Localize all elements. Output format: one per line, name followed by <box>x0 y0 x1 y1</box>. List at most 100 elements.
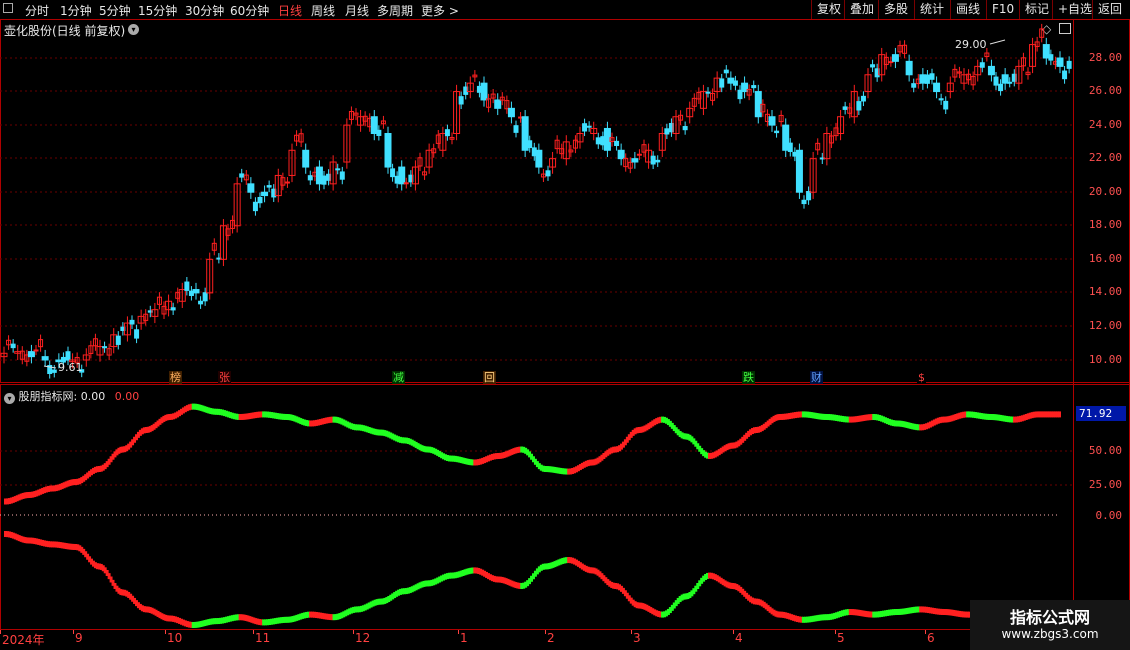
candle-body <box>905 60 913 76</box>
candle-body <box>723 69 729 74</box>
candle-body <box>664 128 670 135</box>
date-tick <box>631 630 632 634</box>
candle-body <box>535 149 543 168</box>
candle-body <box>870 64 876 68</box>
candle-body <box>202 292 208 302</box>
candle-body <box>998 83 1004 92</box>
candle-body <box>398 166 406 185</box>
event-marker[interactable]: 张 <box>218 371 231 384</box>
date-tick <box>458 630 459 634</box>
event-marker[interactable]: 榜 <box>169 371 182 384</box>
candle-body <box>65 351 71 361</box>
candle-body <box>134 329 140 339</box>
candle-body <box>376 129 382 136</box>
indicator-title: ▾ 股朋指标网: 0.00 0.00 <box>4 388 139 404</box>
date-tick <box>0 630 1 634</box>
candle-body <box>774 130 780 134</box>
indicator-axis-label: 25.00 <box>1088 478 1122 491</box>
candle-body <box>768 116 776 126</box>
candle-body <box>321 175 327 185</box>
date-tick <box>545 630 546 634</box>
indicator-dropdown-icon[interactable]: ▾ <box>4 393 15 404</box>
candle-body <box>801 199 807 205</box>
candle-body <box>1048 54 1054 61</box>
date-axis-label: 2024年 <box>2 633 45 647</box>
candle-body <box>787 142 793 152</box>
low-price-label: 9.61 <box>58 361 83 374</box>
candle-body <box>650 155 656 165</box>
candle-body <box>751 85 757 89</box>
candle-body <box>933 82 941 93</box>
candle-body <box>631 158 639 163</box>
price-axis-label: 16.00 <box>1088 252 1122 265</box>
candle-body <box>239 173 245 178</box>
indicator-value2: 0.00 <box>114 390 140 403</box>
candle-body <box>860 95 866 102</box>
candle-body <box>115 335 121 345</box>
event-marker[interactable]: 跌 <box>742 371 755 384</box>
date-axis-label: 3 <box>633 631 641 645</box>
date-axis-label: 2 <box>547 631 555 645</box>
candle-body <box>987 65 995 76</box>
candle-body <box>390 168 396 178</box>
event-marker[interactable]: 回 <box>483 371 496 384</box>
candle-body <box>527 140 533 149</box>
high-price-label: 29.00 <box>955 38 987 51</box>
candle-body <box>266 185 272 188</box>
candle-body <box>507 107 515 118</box>
candle-body <box>41 356 49 361</box>
date-axis-label: 6 <box>927 631 935 645</box>
candle-body <box>129 319 135 325</box>
candle-body <box>1056 57 1064 67</box>
date-axis-label: 4 <box>735 631 743 645</box>
candle-body <box>614 140 620 147</box>
candle-body <box>384 133 392 168</box>
candle-body <box>705 91 711 94</box>
date-tick <box>253 630 254 634</box>
candle-body <box>170 307 176 311</box>
candle-body <box>924 74 930 84</box>
price-axis-label: 26.00 <box>1088 84 1122 97</box>
current-value-badge: 71.92 <box>1076 406 1126 421</box>
high-arrow <box>989 39 1006 45</box>
candle-body <box>198 300 204 305</box>
candle-body <box>979 62 985 68</box>
event-marker[interactable]: $ <box>917 371 926 384</box>
candle-body <box>545 170 551 177</box>
candle-body <box>856 101 862 111</box>
indicator-axis-label: 0.00 <box>1095 509 1123 522</box>
candle-body <box>284 181 290 184</box>
candle-body <box>494 99 502 109</box>
date-tick <box>353 630 354 634</box>
candle-body <box>252 201 258 212</box>
candle-body <box>929 73 935 80</box>
candle-body <box>27 351 35 358</box>
date-axis-label: 9 <box>75 631 83 645</box>
candle-body <box>480 82 488 101</box>
indicator-top-curve <box>1058 411 1061 418</box>
candle-body <box>257 196 263 204</box>
indicator-name: 股朋指标网 <box>18 390 74 403</box>
candle-body <box>732 80 738 86</box>
event-marker[interactable]: 财 <box>810 371 823 384</box>
candle-body <box>339 171 345 180</box>
candle-body <box>682 126 688 131</box>
candle-body <box>842 106 848 110</box>
candle-body <box>938 98 944 101</box>
price-axis-label: 12.00 <box>1088 319 1122 332</box>
price-axis-label: 10.00 <box>1088 353 1122 366</box>
candle-body <box>636 153 642 156</box>
candle-body <box>247 183 255 193</box>
candle-body <box>192 289 200 294</box>
event-marker[interactable]: 减 <box>392 371 405 384</box>
candle-body <box>102 346 108 349</box>
price-axis-label: 20.00 <box>1088 185 1122 198</box>
date-tick <box>165 630 166 634</box>
candle-body <box>403 182 409 185</box>
candle-body <box>335 168 341 171</box>
candle-body <box>1066 60 1072 69</box>
candle-body <box>806 191 812 201</box>
candle-body <box>458 96 464 105</box>
candle-body <box>184 281 190 291</box>
date-tick <box>835 630 836 634</box>
